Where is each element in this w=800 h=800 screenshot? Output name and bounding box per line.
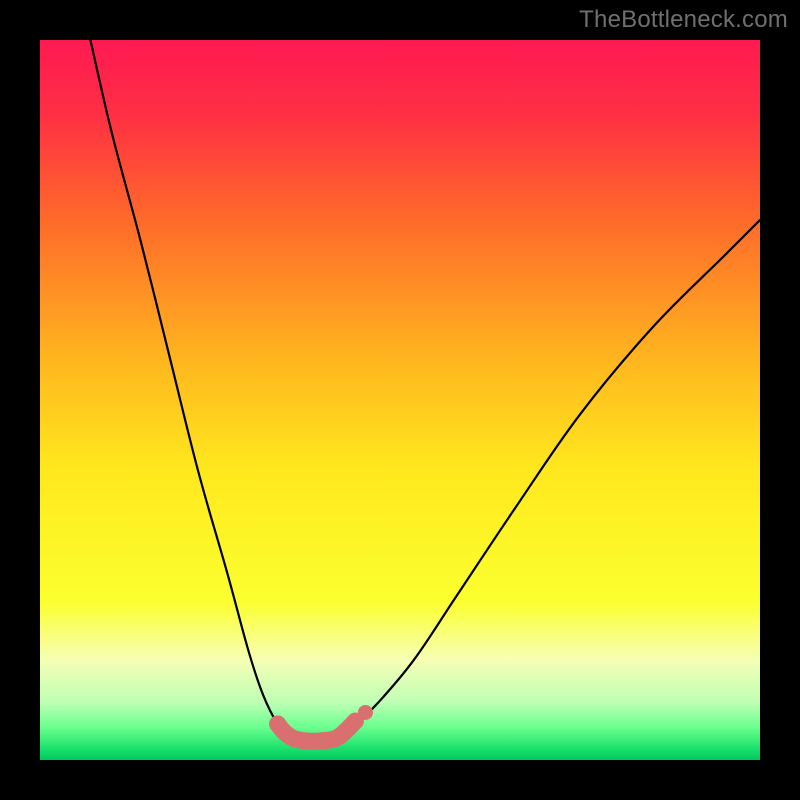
chart-frame: TheBottleneck.com — [0, 0, 800, 800]
watermark-label: TheBottleneck.com — [579, 6, 788, 34]
optimal-range-markers — [269, 705, 373, 741]
plot-area — [40, 40, 760, 760]
optimal-range-dot — [269, 716, 286, 733]
curve-right-branch — [342, 220, 760, 735]
optimal-range-band — [278, 721, 356, 741]
curve-left-branch — [90, 40, 288, 735]
optimal-range-dot — [358, 705, 373, 720]
curve-layer — [40, 40, 760, 760]
